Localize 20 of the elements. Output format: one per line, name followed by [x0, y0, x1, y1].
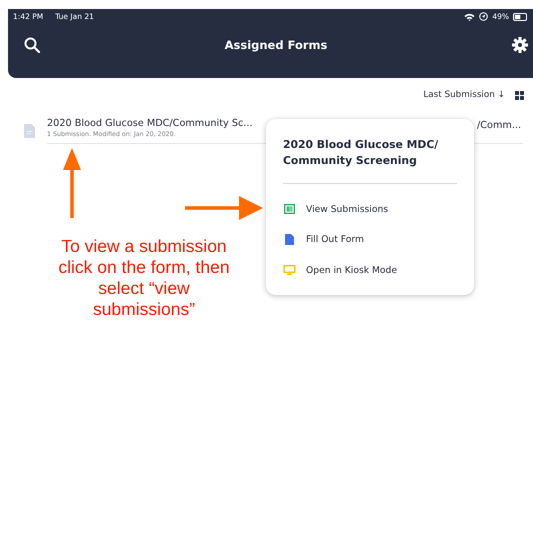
- sort-button[interactable]: Last Submission ↓: [423, 90, 505, 100]
- battery-icon: [513, 12, 527, 20]
- wifi-icon: [464, 12, 476, 20]
- grid-view-icon[interactable]: [515, 90, 524, 100]
- menu-item[interactable]: View Submissions: [283, 194, 457, 224]
- settings-icon[interactable]: [512, 37, 528, 53]
- page-title: Assigned Forms: [224, 38, 328, 52]
- search-icon[interactable]: [24, 37, 40, 53]
- form-title: /Comm...: [477, 120, 522, 131]
- popup-title: 2020 Blood Glucose MDC/ Community Screening: [283, 137, 440, 169]
- location-icon: [479, 12, 488, 21]
- document-icon: [283, 234, 296, 246]
- up-arrow: [62, 148, 82, 218]
- menu-item[interactable]: Fill Out Form: [283, 224, 457, 255]
- menu-item[interactable]: Open in Kiosk Mode: [283, 255, 457, 286]
- form-title: 2020 Blood Glucose MDC/Community Sc...: [47, 118, 253, 129]
- spreadsheet-icon: [283, 204, 296, 214]
- monitor-icon: [283, 265, 296, 276]
- annotation-text: To view a submission click on the form, then select “view submissions”: [57, 236, 231, 320]
- document-icon: [24, 124, 35, 138]
